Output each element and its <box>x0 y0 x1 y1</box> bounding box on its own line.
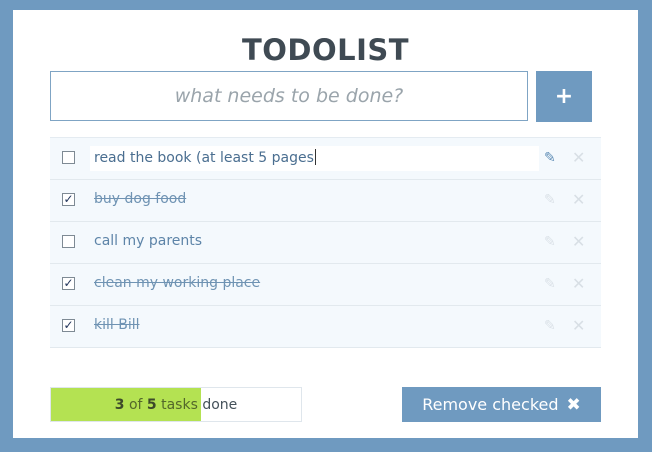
pencil-icon[interactable]: ✎ <box>544 192 556 208</box>
app-title: TODOLIST <box>241 33 410 67</box>
task-text[interactable]: call my parents <box>94 233 202 249</box>
remove-checked-button[interactable]: Remove checked ✖ <box>402 387 601 422</box>
task-row[interactable]: ✓ clean my working place ✎ ✕ <box>50 264 601 306</box>
close-icon[interactable]: ✕ <box>572 316 585 335</box>
checkmark-icon: ✓ <box>63 276 74 290</box>
remove-checked-label: Remove checked <box>422 395 559 414</box>
close-icon[interactable]: ✕ <box>572 190 585 209</box>
todo-card: TODOLIST what needs to be done? + read t… <box>13 10 638 438</box>
pencil-icon[interactable]: ✎ <box>544 318 556 334</box>
pencil-icon[interactable]: ✎ <box>544 234 556 250</box>
task-text[interactable]: buy dog food <box>94 191 186 207</box>
close-icon[interactable]: ✕ <box>572 232 585 251</box>
task-row[interactable]: ✓ kill Bill ✎ ✕ <box>50 306 601 348</box>
close-icon: ✖ <box>566 394 581 415</box>
task-list: read the book (at least 5 pages ✎ ✕ ✓ bu… <box>50 137 601 348</box>
checkmark-icon: ✓ <box>63 192 74 206</box>
new-task-placeholder: what needs to be done? <box>174 85 404 107</box>
task-checkbox[interactable] <box>62 151 75 164</box>
task-checkbox[interactable]: ✓ <box>62 193 75 206</box>
pencil-icon[interactable]: ✎ <box>544 150 556 166</box>
progress-bar: 3 of 5 tasks done <box>50 387 302 422</box>
pencil-icon[interactable]: ✎ <box>544 276 556 292</box>
task-checkbox[interactable] <box>62 235 75 248</box>
task-row[interactable]: ✓ buy dog food ✎ ✕ <box>50 180 601 222</box>
task-row[interactable]: read the book (at least 5 pages ✎ ✕ <box>50 138 601 180</box>
new-task-input[interactable]: what needs to be done? <box>50 71 528 121</box>
checkmark-icon: ✓ <box>63 318 74 332</box>
close-icon[interactable]: ✕ <box>572 274 585 293</box>
task-row[interactable]: call my parents ✎ ✕ <box>50 222 601 264</box>
close-icon[interactable]: ✕ <box>572 148 585 167</box>
progress-label: 3 of 5 tasks done <box>114 396 238 413</box>
text-caret <box>314 149 316 165</box>
task-text[interactable]: read the book (at least 5 pages <box>94 149 316 166</box>
task-checkbox[interactable]: ✓ <box>62 277 75 290</box>
task-text[interactable]: kill Bill <box>94 317 140 333</box>
task-checkbox[interactable]: ✓ <box>62 319 75 332</box>
add-task-button[interactable]: + <box>536 71 592 122</box>
task-text[interactable]: clean my working place <box>94 275 260 291</box>
